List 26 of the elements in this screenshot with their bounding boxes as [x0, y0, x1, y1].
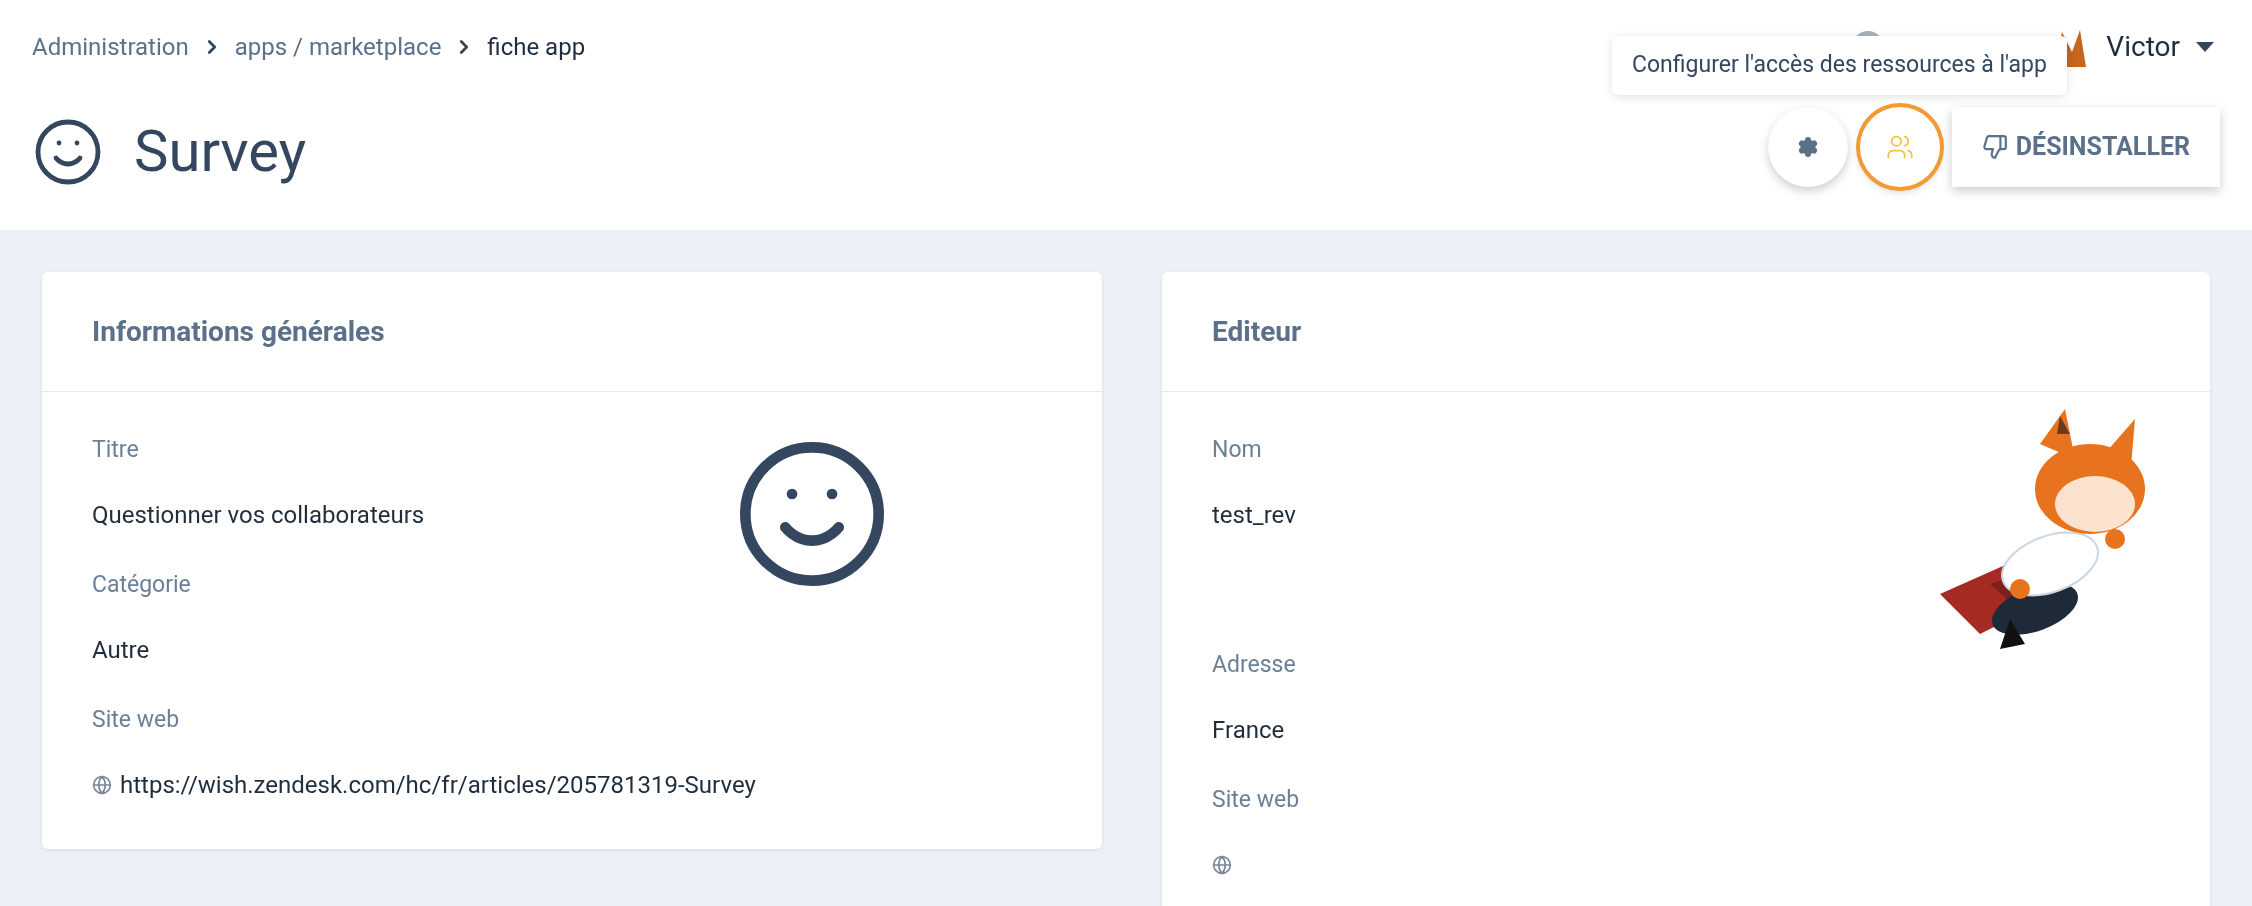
settings-icon	[1796, 135, 1819, 158]
card-title: Informations générales	[92, 313, 385, 350]
user-name[interactable]: Victor	[2106, 26, 2180, 68]
uninstall-button[interactable]: DÉSINSTALLER	[1951, 106, 2220, 187]
field-label: Site web	[1212, 785, 1301, 815]
field-label: Adresse	[1212, 650, 1297, 680]
field-label: Catégorie	[92, 570, 192, 600]
field-value: France	[1212, 715, 1285, 746]
globe-icon	[92, 775, 112, 795]
field-value: test_rev	[1212, 500, 1296, 531]
page-title: Survey	[134, 116, 307, 187]
globe-icon	[1212, 855, 1232, 875]
card-title: Editeur	[1212, 313, 1302, 350]
breadcrumb-link[interactable]: Administration	[32, 29, 189, 65]
field-label: Site web	[92, 705, 181, 735]
tooltip: Configurer l'accès des ressources à l'app	[1612, 36, 2067, 95]
field-label: Nom	[1212, 435, 1263, 465]
field-value: Autre	[92, 635, 150, 666]
website-link[interactable]: https://wish.zendesk.com/hc/fr/articles/205781319-Survey	[120, 769, 756, 801]
breadcrumb-current: fiche app	[487, 32, 586, 63]
thumbs-down-icon	[1981, 133, 2008, 160]
field-value: Questionner vos collaborateurs	[92, 500, 425, 531]
field-label: Titre	[92, 435, 140, 465]
breadcrumb-link[interactable]: apps / marketplace	[234, 29, 442, 65]
settings-button[interactable]	[1767, 106, 1848, 187]
caret-icon[interactable]	[2196, 42, 2214, 52]
